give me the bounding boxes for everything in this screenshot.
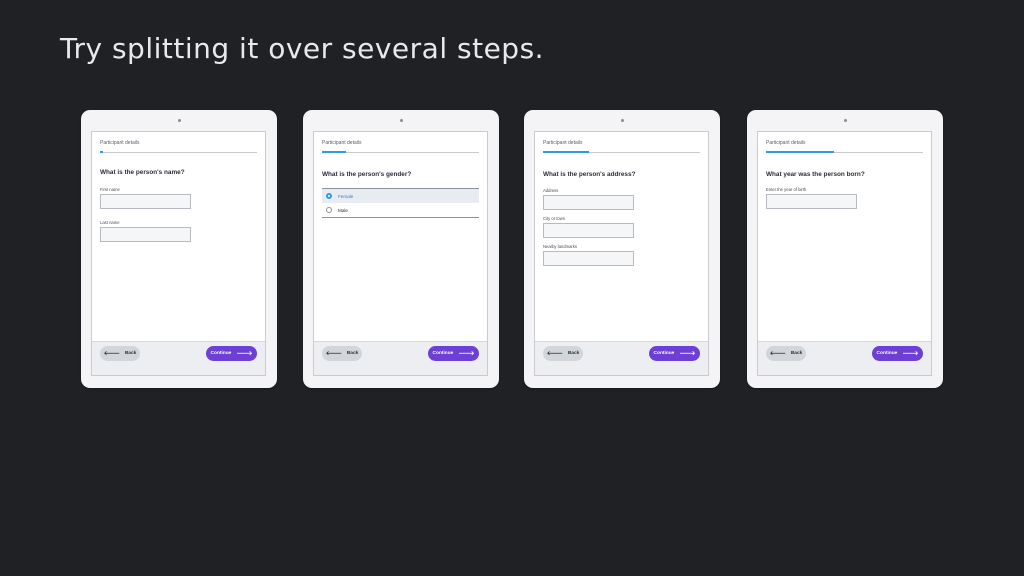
question-title: What is the person's name? bbox=[100, 169, 185, 176]
tablet-step-address: Participant details What is the person's… bbox=[524, 110, 720, 388]
progress-bar bbox=[100, 151, 257, 153]
back-button[interactable]: 🡐 Back bbox=[322, 346, 362, 361]
camera-dot bbox=[620, 119, 624, 122]
birth-year-input[interactable] bbox=[766, 194, 857, 209]
progress-fill bbox=[322, 151, 346, 153]
arrow-right-icon: 🡒 bbox=[679, 350, 696, 357]
progress-bar bbox=[766, 151, 923, 153]
continue-button[interactable]: Continue 🡒 bbox=[206, 346, 257, 361]
question-title: What is the person's address? bbox=[543, 171, 636, 178]
form-footer: 🡐 Back Continue 🡒 bbox=[535, 341, 708, 375]
back-label: Back bbox=[124, 351, 137, 356]
arrow-left-icon: 🡐 bbox=[769, 350, 786, 357]
progress-bar bbox=[322, 151, 479, 153]
arrow-right-icon: 🡒 bbox=[458, 350, 475, 357]
arrow-right-icon: 🡒 bbox=[902, 350, 919, 357]
back-label: Back bbox=[790, 351, 803, 356]
field-label-first-name: First name bbox=[100, 187, 120, 192]
tablet-step-gender: Participant details What is the person's… bbox=[303, 110, 499, 388]
back-button[interactable]: 🡐 Back bbox=[100, 346, 140, 361]
camera-dot bbox=[399, 119, 403, 122]
radio-unselected-icon bbox=[326, 207, 332, 213]
form-header: Participant details bbox=[766, 140, 806, 146]
form-footer: 🡐 Back Continue 🡒 bbox=[314, 341, 487, 375]
progress-fill bbox=[766, 151, 834, 153]
landmarks-input[interactable] bbox=[543, 251, 634, 266]
back-label: Back bbox=[346, 351, 359, 356]
question-title: What is the person's gender? bbox=[322, 171, 412, 178]
radio-selected-icon bbox=[326, 193, 332, 199]
radio-label: Male bbox=[338, 207, 348, 213]
tablet-step-birth-year: Participant details What year was the pe… bbox=[747, 110, 943, 388]
city-input[interactable] bbox=[543, 223, 634, 238]
progress-fill bbox=[100, 151, 104, 153]
back-label: Back bbox=[567, 351, 580, 356]
form-header: Participant details bbox=[543, 140, 583, 146]
form-screen: Participant details What is the person's… bbox=[534, 131, 709, 376]
first-name-input[interactable] bbox=[100, 194, 191, 209]
radio-label: Female bbox=[338, 193, 354, 199]
form-footer: 🡐 Back Continue 🡒 bbox=[758, 341, 931, 375]
arrow-left-icon: 🡐 bbox=[103, 350, 120, 357]
continue-label: Continue bbox=[210, 351, 232, 356]
continue-label: Continue bbox=[876, 351, 898, 356]
back-button[interactable]: 🡐 Back bbox=[766, 346, 806, 361]
form-header: Participant details bbox=[100, 140, 140, 146]
arrow-left-icon: 🡐 bbox=[325, 350, 342, 357]
field-label-address: Address bbox=[543, 188, 559, 193]
progress-bar bbox=[543, 151, 700, 153]
field-label-city: City or town bbox=[543, 216, 566, 221]
form-footer: 🡐 Back Continue 🡒 bbox=[92, 341, 265, 375]
form-screen: Participant details What is the person's… bbox=[91, 131, 266, 376]
gender-radio-group: Female Male bbox=[322, 188, 479, 218]
arrow-left-icon: 🡐 bbox=[546, 350, 563, 357]
field-label-landmarks: Nearby landmarks bbox=[543, 244, 577, 249]
radio-option-female[interactable]: Female bbox=[322, 189, 479, 203]
field-label-birth-year: Enter the year of birth bbox=[766, 187, 807, 192]
address-input[interactable] bbox=[543, 195, 634, 210]
continue-button[interactable]: Continue 🡒 bbox=[872, 346, 923, 361]
camera-dot bbox=[177, 119, 181, 122]
tablet-step-name: Participant details What is the person's… bbox=[81, 110, 277, 388]
form-screen: Participant details What is the person's… bbox=[313, 131, 488, 376]
back-button[interactable]: 🡐 Back bbox=[543, 346, 583, 361]
continue-label: Continue bbox=[653, 351, 675, 356]
question-title: What year was the person born? bbox=[766, 171, 865, 178]
continue-button[interactable]: Continue 🡒 bbox=[428, 346, 479, 361]
field-label-last-name: Last name bbox=[100, 220, 120, 225]
radio-option-male[interactable]: Male bbox=[322, 203, 479, 217]
camera-dot bbox=[843, 119, 847, 122]
slide-title: Try splitting it over several steps. bbox=[60, 32, 545, 65]
continue-label: Continue bbox=[432, 351, 454, 356]
form-header: Participant details bbox=[322, 140, 362, 146]
last-name-input[interactable] bbox=[100, 227, 191, 242]
progress-fill bbox=[543, 151, 589, 153]
continue-button[interactable]: Continue 🡒 bbox=[649, 346, 700, 361]
arrow-right-icon: 🡒 bbox=[236, 350, 253, 357]
form-screen: Participant details What year was the pe… bbox=[757, 131, 932, 376]
